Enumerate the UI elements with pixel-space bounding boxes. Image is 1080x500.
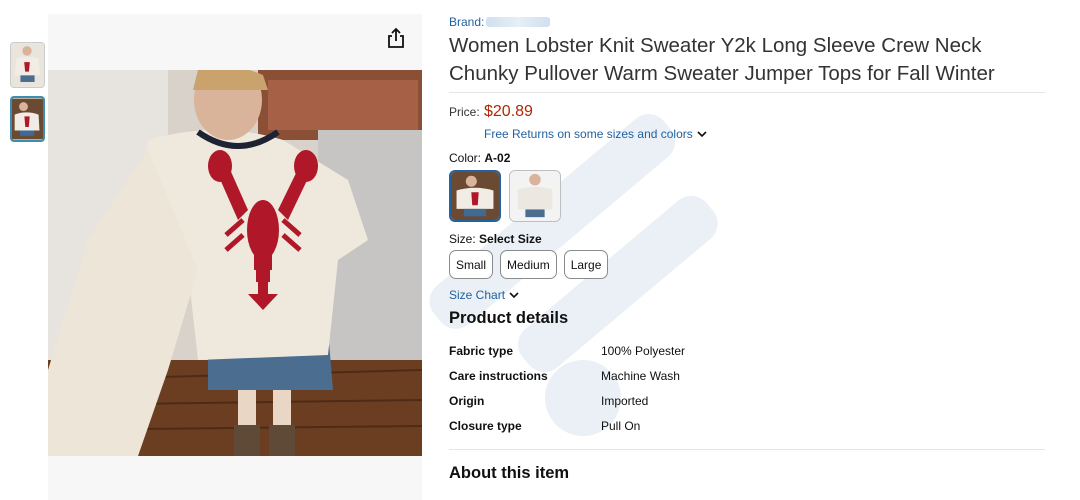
thumbnail-list xyxy=(10,42,46,150)
swatch-image-icon xyxy=(510,171,560,221)
product-main-image[interactable] xyxy=(48,70,422,456)
brand-line: Brand: xyxy=(449,14,1045,30)
color-label: Color: xyxy=(449,151,482,165)
size-prompt: Select Size xyxy=(479,232,542,246)
color-swatches xyxy=(449,170,1045,222)
product-details-heading: Product details xyxy=(449,309,569,327)
color-row: Color: A-02 xyxy=(449,151,1045,165)
detail-value: Imported xyxy=(601,394,649,408)
price-label: Price: xyxy=(449,105,480,119)
price-row: Price: $20.89 xyxy=(449,103,1045,121)
product-details-table: Fabric type 100% Polyester Care instruct… xyxy=(449,344,1045,444)
detail-key: Care instructions xyxy=(449,369,548,383)
detail-key: Closure type xyxy=(449,419,522,433)
divider xyxy=(449,92,1045,93)
thumbnail-1[interactable] xyxy=(10,42,45,88)
free-returns-link[interactable]: Free Returns on some sizes and colors xyxy=(484,127,1045,141)
detail-key: Fabric type xyxy=(449,344,514,358)
size-large-button[interactable]: Large xyxy=(563,250,609,279)
size-options: Small Medium Large xyxy=(449,250,1045,279)
size-label: Size: xyxy=(449,232,476,246)
detail-row: Fabric type 100% Polyester xyxy=(449,344,1045,369)
detail-key: Origin xyxy=(449,394,485,408)
detail-row: Care instructions Machine Wash xyxy=(449,369,1045,394)
color-swatch-a02[interactable] xyxy=(449,170,501,222)
about-this-item-heading: About this item xyxy=(449,464,570,482)
size-medium-button[interactable]: Medium xyxy=(500,250,557,279)
size-chart-link[interactable]: Size Chart xyxy=(449,288,1045,302)
chevron-down-icon xyxy=(697,131,707,138)
swatch-image-icon xyxy=(451,172,499,220)
brand-label: Brand: xyxy=(449,15,485,29)
size-row: Size: Select Size xyxy=(449,232,1045,246)
size-chart-text: Size Chart xyxy=(449,288,506,302)
detail-row: Origin Imported xyxy=(449,394,1045,419)
detail-value: Pull On xyxy=(601,419,641,433)
product-title: Women Lobster Knit Sweater Y2k Long Slee… xyxy=(449,34,995,85)
color-swatch-alt[interactable] xyxy=(509,170,561,222)
share-icon[interactable] xyxy=(384,26,408,50)
main-image-container xyxy=(48,14,422,500)
divider xyxy=(449,449,1045,450)
price-amount: $20.89 xyxy=(484,103,533,120)
color-selected-value: A-02 xyxy=(484,151,511,165)
detail-value: 100% Polyester xyxy=(601,344,686,358)
chevron-down-icon xyxy=(509,292,519,299)
detail-row: Closure type Pull On xyxy=(449,419,1045,444)
thumbnail-2[interactable] xyxy=(10,96,45,142)
brand-name-blurred[interactable] xyxy=(486,17,551,27)
thumbnail-image-icon xyxy=(11,43,44,87)
free-returns-text: Free Returns on some sizes and colors xyxy=(484,127,693,141)
product-info: Brand: Women Lobster Knit Sweater Y2k Lo… xyxy=(449,14,1045,483)
detail-value: Machine Wash xyxy=(601,369,680,383)
thumbnail-image-icon xyxy=(12,98,43,140)
size-small-button[interactable]: Small xyxy=(449,250,494,279)
